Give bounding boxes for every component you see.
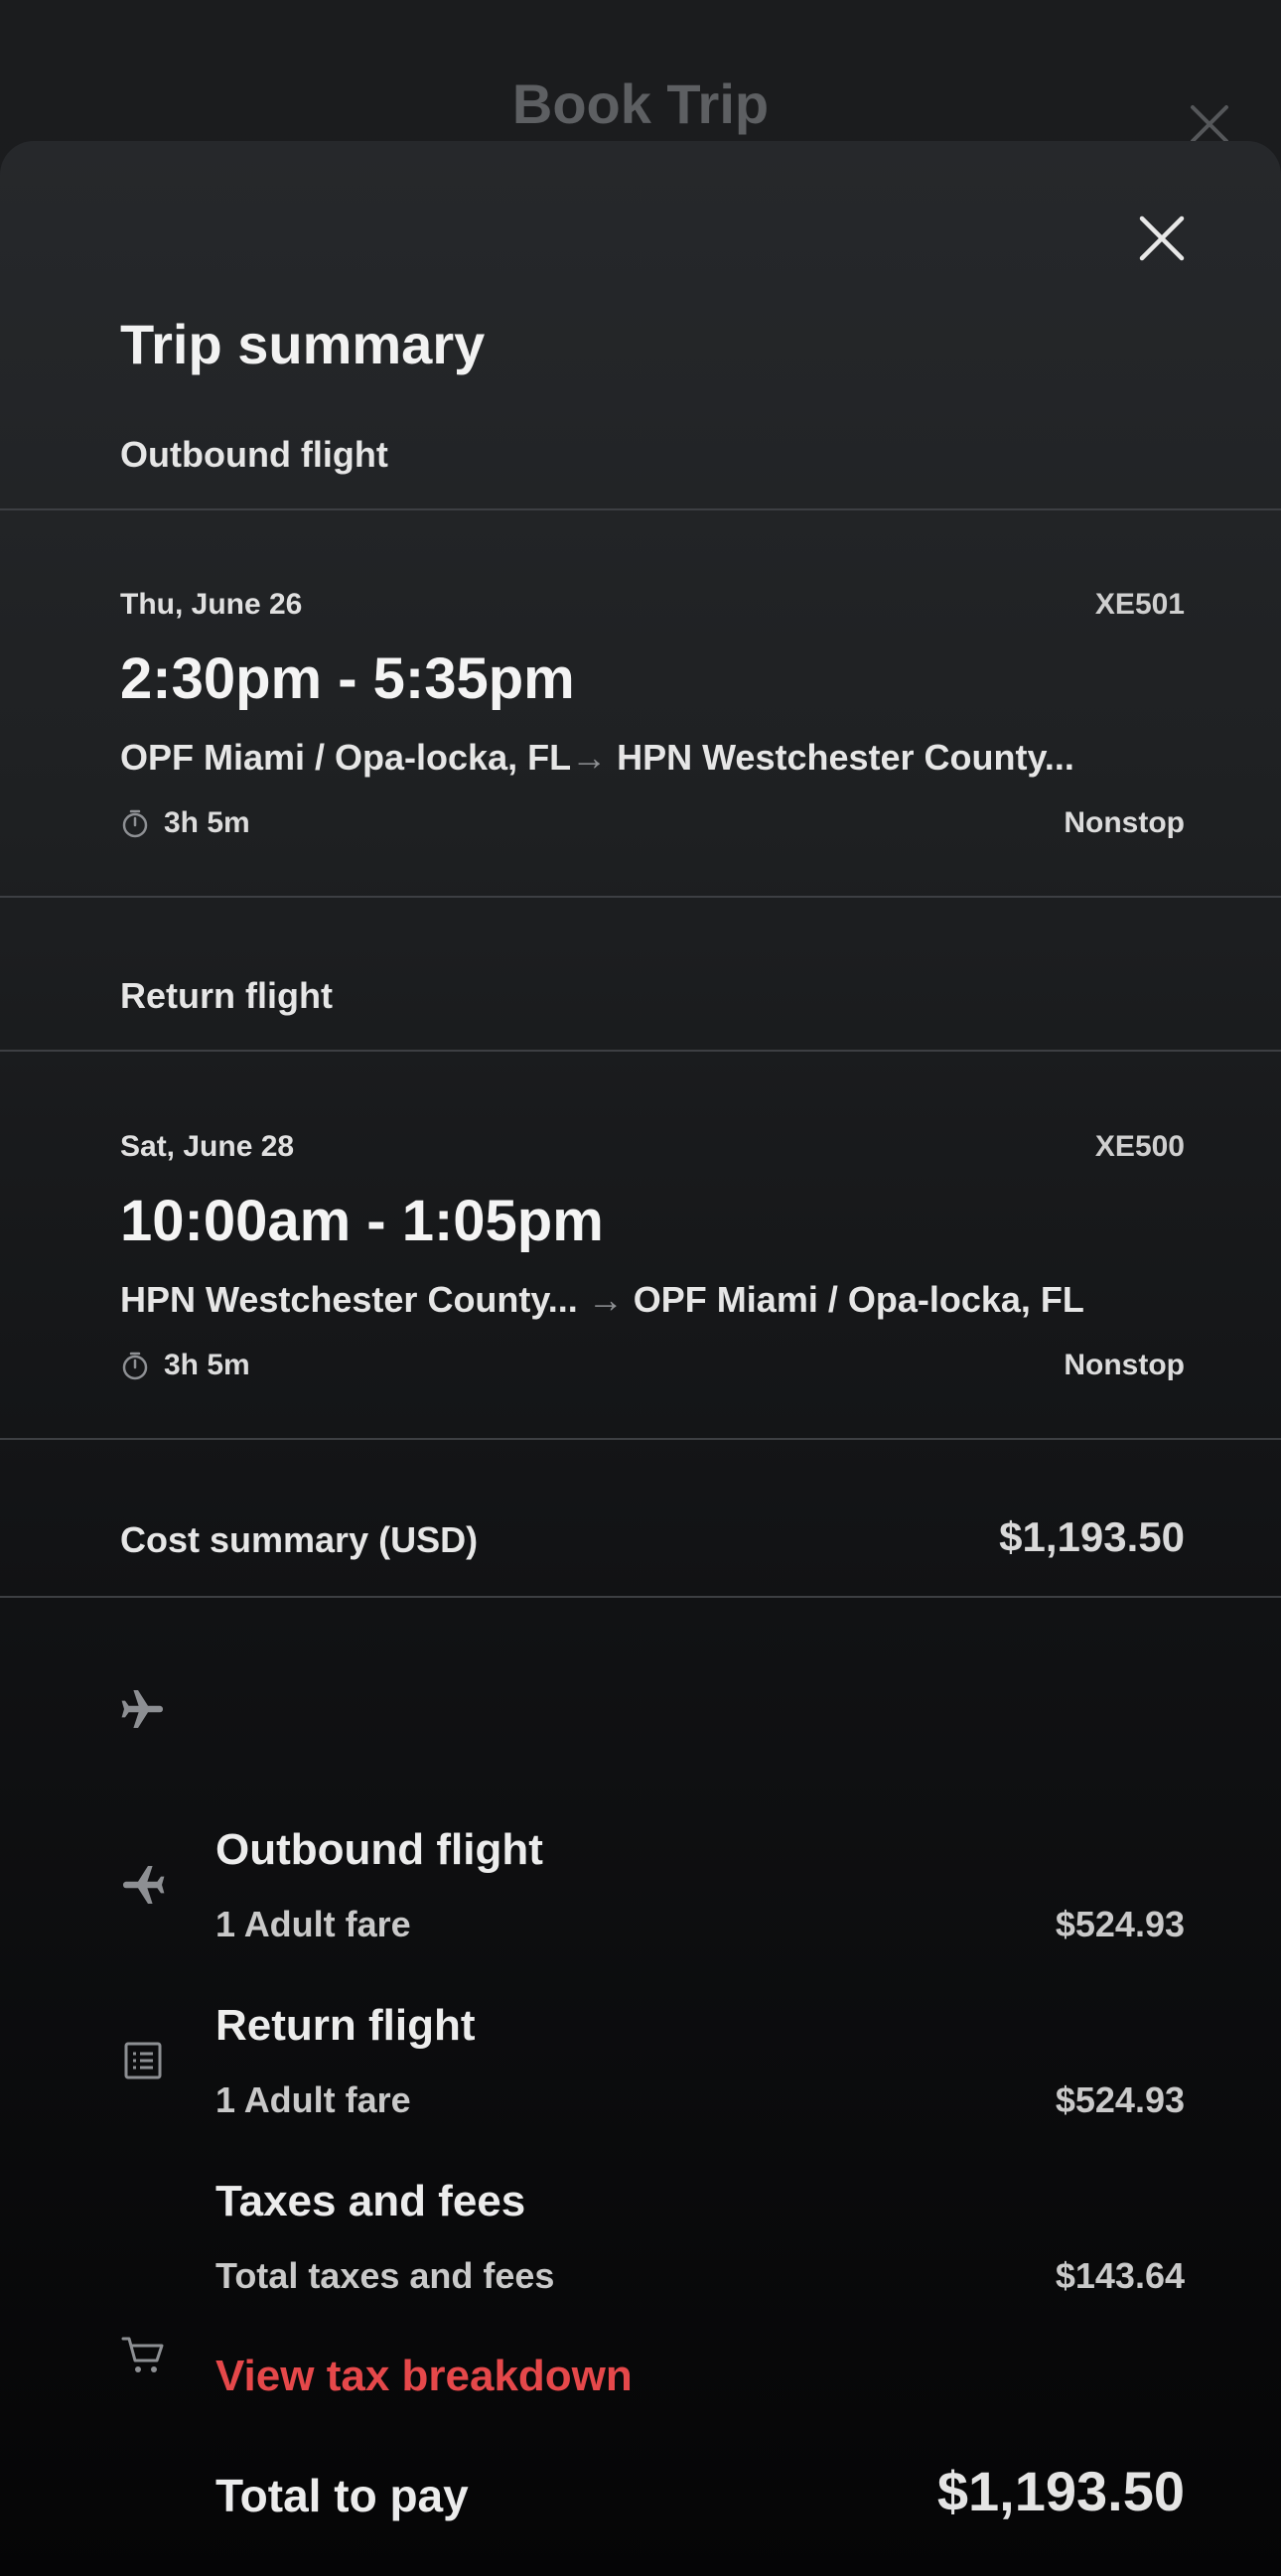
destination-airport: HPN Westchester County... bbox=[617, 737, 1074, 778]
divider bbox=[0, 1438, 1281, 1440]
cost-summary-label: Cost summary (USD) bbox=[120, 1519, 479, 1560]
flight-times: 2:30pm - 5:35pm bbox=[120, 646, 575, 711]
line-item-amount: $524.93 bbox=[1055, 1904, 1185, 1944]
receipt-icon bbox=[124, 2042, 162, 2079]
divider bbox=[0, 896, 1281, 898]
line-item-subtitle: 1 Adult fare bbox=[215, 2079, 411, 2120]
divider bbox=[0, 1050, 1281, 1052]
flight-times: 10:00am - 1:05pm bbox=[120, 1189, 604, 1253]
stopwatch-icon bbox=[122, 1352, 148, 1380]
line-item-title: Taxes and fees bbox=[215, 2177, 526, 2225]
divider bbox=[0, 508, 1281, 510]
duration-text: 3h 5m bbox=[164, 1349, 250, 1381]
origin-airport: HPN Westchester County... bbox=[120, 1279, 578, 1320]
flight-duration: 3h 5m bbox=[120, 806, 250, 840]
plane-landing-icon bbox=[123, 1866, 165, 1904]
flight-route: HPN Westchester County... → OPF Miami / … bbox=[120, 1279, 1084, 1321]
cost-summary-total: $1,193.50 bbox=[999, 1513, 1185, 1560]
flight-stops: Nonstop bbox=[1064, 1349, 1185, 1381]
close-icon[interactable] bbox=[1134, 211, 1190, 266]
background-title: Book Trip bbox=[511, 72, 770, 135]
line-item-subtitle: Total taxes and fees bbox=[215, 2255, 555, 2296]
cart-icon bbox=[121, 2337, 164, 2372]
duration-text: 3h 5m bbox=[164, 806, 250, 839]
flight-number: XE501 bbox=[1094, 588, 1185, 621]
total-to-pay-amount: $1,193.50 bbox=[936, 2460, 1185, 2522]
trip-summary-sheet: Trip summary Outbound flight Thu, June 2… bbox=[0, 141, 1281, 2576]
flight-date: Sat, June 28 bbox=[120, 1130, 295, 1163]
arrow-right-icon: → bbox=[571, 737, 608, 778]
view-tax-breakdown-link[interactable]: View tax breakdown bbox=[215, 2352, 633, 2401]
stopwatch-icon bbox=[122, 809, 148, 838]
origin-airport: OPF Miami / Opa-locka, FL bbox=[120, 737, 572, 778]
page-title: Trip summary bbox=[120, 313, 486, 375]
flight-route: OPF Miami / Opa-locka, FL→ HPN Westchest… bbox=[120, 737, 1074, 779]
plane-takeoff-icon bbox=[121, 1690, 163, 1728]
flight-stops: Nonstop bbox=[1064, 806, 1185, 839]
arrow-right-icon: → bbox=[587, 1279, 624, 1320]
line-item-title: Outbound flight bbox=[215, 1825, 543, 1874]
divider bbox=[0, 1596, 1281, 1598]
flight-number: XE500 bbox=[1094, 1130, 1185, 1163]
line-item-amount: $524.93 bbox=[1055, 2079, 1185, 2120]
line-item-subtitle: 1 Adult fare bbox=[215, 1904, 411, 1944]
destination-airport: OPF Miami / Opa-locka, FL bbox=[633, 1279, 1084, 1320]
line-item-title: Return flight bbox=[215, 2001, 476, 2050]
line-item-amount: $143.64 bbox=[1055, 2255, 1185, 2296]
return-section-label: Return flight bbox=[120, 975, 333, 1016]
outbound-section-label: Outbound flight bbox=[120, 434, 388, 475]
flight-date: Thu, June 26 bbox=[120, 588, 303, 621]
flight-duration: 3h 5m bbox=[120, 1349, 250, 1382]
total-to-pay-label: Total to pay bbox=[215, 2470, 469, 2521]
